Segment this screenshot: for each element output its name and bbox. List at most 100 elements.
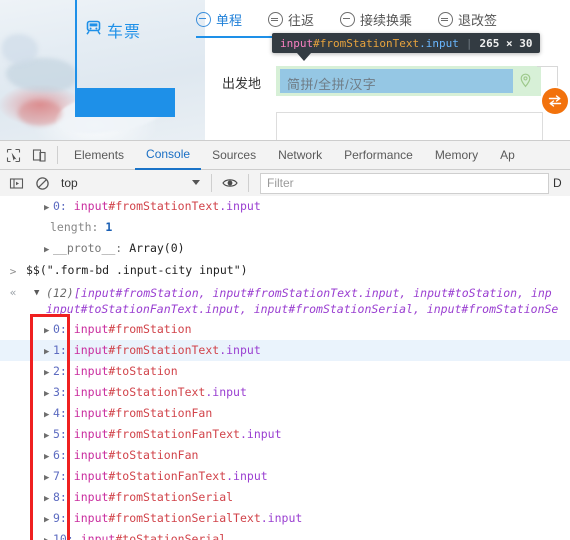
console-array-item[interactable]: ▶ 5: input#fromStationFanText.input bbox=[0, 424, 570, 445]
live-expression-icon[interactable] bbox=[217, 170, 243, 196]
tab-refund[interactable]: 退改签 bbox=[438, 10, 497, 29]
expand-triangle-icon[interactable]: ▶ bbox=[44, 240, 53, 261]
devtools-panel: Elements Console Sources Network Perform… bbox=[0, 140, 570, 540]
device-toolbar-icon[interactable] bbox=[26, 142, 52, 168]
toolbar-divider bbox=[57, 146, 58, 164]
item-index: 1: bbox=[53, 343, 67, 357]
console-array-item[interactable]: ▶ 0: input#fromStationText.input bbox=[0, 196, 570, 217]
tab-elements[interactable]: Elements bbox=[63, 142, 135, 169]
tab-performance[interactable]: Performance bbox=[333, 142, 424, 169]
photo-detail bbox=[18, 100, 62, 126]
console-sidebar-icon[interactable] bbox=[3, 170, 29, 196]
expand-triangle-icon[interactable]: ▶ bbox=[44, 384, 53, 405]
tab-network[interactable]: Network bbox=[267, 142, 333, 169]
property-key: length: bbox=[50, 220, 99, 234]
transfer-icon bbox=[340, 12, 356, 27]
round-trip-icon bbox=[268, 12, 284, 27]
expand-triangle-icon[interactable]: ▶ bbox=[44, 342, 53, 363]
console-array-item[interactable]: ▶ 7: input#toStationFanText.input bbox=[0, 466, 570, 487]
log-levels-dropdown[interactable]: D bbox=[549, 176, 567, 190]
node-tag-name: input bbox=[73, 199, 109, 213]
console-result-header[interactable]: « ▼ (12) [input#fromStation, input#fromS… bbox=[0, 282, 570, 319]
console-array-item[interactable]: ▶10: input#toStationSerial bbox=[0, 529, 570, 540]
item-index: 0: bbox=[53, 322, 67, 336]
refund-icon bbox=[438, 12, 454, 27]
item-index: 5: bbox=[53, 427, 67, 441]
item-index: 4: bbox=[53, 406, 67, 420]
tab-console[interactable]: Console bbox=[135, 141, 202, 170]
console-output[interactable]: ▶ 0: input#fromStationText.input length: … bbox=[0, 196, 570, 540]
tab-one-way[interactable]: 单程 bbox=[196, 10, 242, 29]
panel-left-border bbox=[75, 0, 77, 88]
node-id: #fromStation bbox=[108, 322, 192, 336]
toolbar-divider bbox=[211, 174, 212, 192]
execution-context-select[interactable]: top bbox=[61, 174, 206, 193]
tab-round-trip-label: 往返 bbox=[288, 13, 315, 28]
console-command[interactable]: > $$(".form-bd .input-city input") bbox=[0, 259, 570, 282]
node-id: #toStationFan bbox=[108, 448, 199, 462]
expand-triangle-icon[interactable]: ▶ bbox=[44, 321, 53, 342]
from-station-label: 出发地 bbox=[222, 76, 262, 91]
item-index: 3: bbox=[53, 385, 67, 399]
console-array-item[interactable]: ▶ 2: input#toStation bbox=[0, 361, 570, 382]
tab-sources[interactable]: Sources bbox=[201, 142, 267, 169]
trip-type-tabs[interactable]: 单程 往返 接续换乘 退改签 bbox=[196, 10, 523, 29]
collapse-triangle-icon[interactable]: ▼ bbox=[34, 285, 43, 301]
item-index: 10: bbox=[53, 532, 74, 540]
node-tag-name: input bbox=[73, 448, 109, 462]
node-class: .input bbox=[260, 511, 303, 525]
console-array-item[interactable]: ▶ 6: input#toStationFan bbox=[0, 445, 570, 466]
blue-accent-block bbox=[75, 88, 175, 117]
console-property: length: 1 bbox=[0, 217, 570, 238]
swap-stations-button[interactable] bbox=[542, 88, 568, 114]
item-index: 7: bbox=[53, 469, 67, 483]
tab-transfer[interactable]: 接续换乘 bbox=[340, 10, 412, 29]
tooltip-pointer bbox=[297, 53, 311, 61]
node-class: .input bbox=[219, 199, 261, 213]
console-array-item[interactable]: ▶ 4: input#fromStationFan bbox=[0, 403, 570, 424]
tab-application[interactable]: Ap bbox=[489, 142, 526, 169]
node-id: #toStationSerial bbox=[115, 532, 227, 540]
console-array-item[interactable]: ▶ 9: input#fromStationSerialText.input bbox=[0, 508, 570, 529]
to-station-input[interactable] bbox=[276, 112, 543, 140]
tab-refund-label: 退改签 bbox=[458, 13, 498, 28]
array-preview-line-1: [input#fromStation, input#fromStationTex… bbox=[74, 286, 552, 300]
from-station-input[interactable]: 简拼/全拼/汉字 bbox=[287, 74, 376, 93]
tooltip-separator: | bbox=[465, 36, 473, 50]
node-tag-name: input bbox=[73, 322, 109, 336]
tab-round-trip[interactable]: 往返 bbox=[268, 10, 314, 29]
clear-console-icon[interactable] bbox=[29, 170, 55, 196]
expand-triangle-icon[interactable]: ▶ bbox=[44, 405, 53, 426]
expand-triangle-icon[interactable]: ▶ bbox=[44, 531, 53, 540]
expand-triangle-icon[interactable]: ▶ bbox=[44, 447, 53, 468]
console-array-item[interactable]: ▶ 8: input#fromStationSerial bbox=[0, 487, 570, 508]
expand-triangle-icon[interactable]: ▶ bbox=[44, 198, 53, 219]
tooltip-dimensions: 265 × 30 bbox=[479, 36, 533, 50]
expand-triangle-icon[interactable]: ▶ bbox=[44, 489, 53, 510]
console-array-item[interactable]: ▶ 3: input#toStationText.input bbox=[0, 382, 570, 403]
expand-triangle-icon[interactable]: ▶ bbox=[44, 426, 53, 447]
element-info-tooltip: input #fromStationText .input | 265 × 30 bbox=[272, 33, 541, 53]
console-array-item[interactable]: ▶ 0: input#fromStation bbox=[0, 319, 570, 340]
console-proto[interactable]: ▶ __proto__: Array(0) bbox=[0, 238, 570, 259]
node-tag-name: input bbox=[73, 427, 109, 441]
console-filter-input[interactable]: Filter bbox=[260, 172, 549, 194]
screenshot-root: 车票 单程 往返 接续换乘 退改签 出发地 简拼/全拼/汉字 input #fr… bbox=[0, 0, 570, 540]
photo-detail bbox=[2, 34, 38, 64]
property-value: 1 bbox=[105, 220, 113, 234]
expand-triangle-icon[interactable]: ▶ bbox=[44, 363, 53, 384]
expand-triangle-icon[interactable]: ▶ bbox=[44, 468, 53, 489]
proto-value: Array(0) bbox=[129, 241, 185, 255]
tooltip-element-id: #fromStationText bbox=[313, 36, 420, 50]
node-class: .input bbox=[205, 385, 247, 399]
tab-transfer-label: 接续换乘 bbox=[360, 13, 413, 28]
array-preview-line-2: input#toStationFanText.input, input#from… bbox=[46, 302, 559, 316]
tab-memory[interactable]: Memory bbox=[424, 142, 489, 169]
node-id: #toStationFanText bbox=[108, 469, 227, 483]
location-pin-icon bbox=[519, 73, 532, 91]
inspect-element-icon[interactable] bbox=[0, 142, 26, 168]
input-frame-corner bbox=[537, 66, 558, 87]
expand-triangle-icon[interactable]: ▶ bbox=[44, 510, 53, 531]
node-tag-name: input bbox=[73, 406, 109, 420]
console-array-item[interactable]: ▶ 1: input#fromStationText.input bbox=[0, 340, 570, 361]
